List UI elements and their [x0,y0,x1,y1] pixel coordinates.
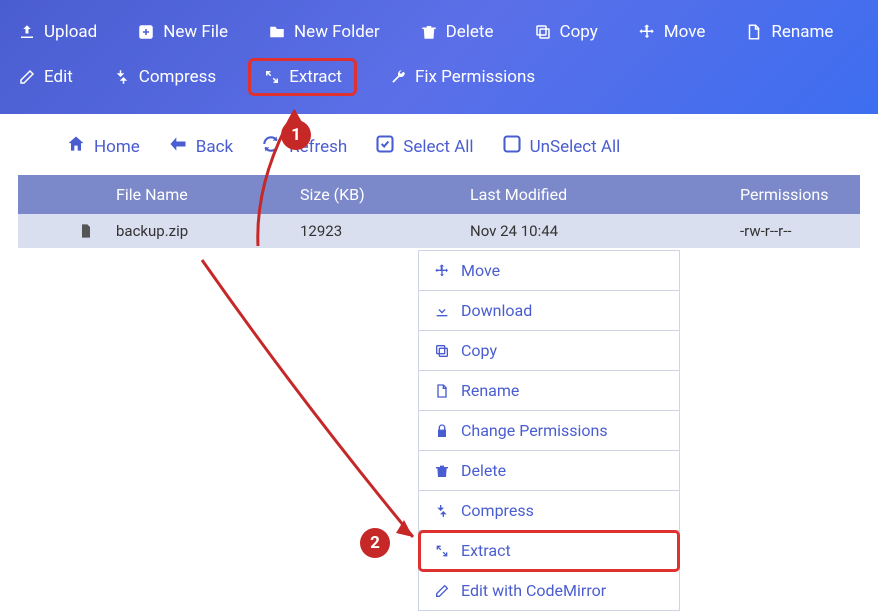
file-type-icon [78,223,100,239]
new-folder-button[interactable]: New Folder [260,18,388,46]
refresh-icon [261,134,281,159]
move-icon [433,262,451,280]
wrench-icon [389,68,407,86]
ctx-compress[interactable]: Compress [419,491,679,531]
delete-button[interactable]: Delete [412,18,502,46]
lock-icon [433,422,451,440]
extract-label: Extract [289,67,342,87]
file-icon [745,23,763,41]
file-modified-cell: Nov 24 10:44 [470,222,730,240]
compress-label: Compress [139,67,216,87]
select-all-label: Select All [403,137,473,157]
fix-permissions-button[interactable]: Fix Permissions [381,58,543,96]
edit-icon [18,68,36,86]
upload-label: Upload [44,22,97,42]
edit-button[interactable]: Edit [10,58,81,96]
new-file-label: New File [163,22,228,42]
compress-button[interactable]: Compress [105,58,224,96]
compress-icon [113,68,131,86]
ctx-rename-label: Rename [461,381,519,400]
back-button[interactable]: Back [162,130,239,163]
ctx-edit-cm-label: Edit with CodeMirror [461,581,606,600]
context-menu: Move Download Copy Rename Change Permiss… [418,250,680,611]
ctx-copy-label: Copy [461,341,497,360]
back-label: Back [196,137,233,157]
file-name-cell: backup.zip [100,222,300,240]
file-table: File Name Size (KB) Last Modified Permis… [0,175,878,248]
ctx-change-perm-label: Change Permissions [461,421,608,440]
edit-label: Edit [44,67,73,87]
col-size-header[interactable]: Size (KB) [300,185,470,204]
new-folder-label: New Folder [294,22,380,42]
home-icon [66,134,86,159]
check-square-icon [375,134,395,159]
ctx-move-label: Move [461,261,500,280]
move-label: Move [664,22,706,42]
ctx-extract[interactable]: Extract [419,531,679,571]
ctx-download[interactable]: Download [419,291,679,331]
copy-icon [534,23,552,41]
delete-label: Delete [446,22,494,42]
expand-icon [433,542,451,560]
home-button[interactable]: Home [60,130,146,163]
table-row[interactable]: backup.zip 12923 Nov 24 10:44 -rw-r--r-- [18,214,860,248]
new-file-button[interactable]: New File [129,18,236,46]
copy-label: Copy [560,22,598,42]
folder-icon [268,23,286,41]
secondary-toolbar: Home Back Refresh Select All UnSelect Al… [0,114,878,175]
ctx-compress-label: Compress [461,501,534,520]
download-icon [433,302,451,320]
square-icon [502,134,522,159]
annotation-2: 2 [360,528,390,558]
file-icon [433,382,451,400]
select-all-button[interactable]: Select All [369,130,479,163]
rename-button[interactable]: Rename [737,18,841,46]
file-perm-cell: -rw-r--r-- [730,222,860,240]
unselect-all-label: UnSelect All [530,137,621,157]
home-label: Home [94,137,140,157]
file-size-cell: 12923 [300,222,470,240]
copy-button[interactable]: Copy [526,18,606,46]
expand-icon [263,68,281,86]
ctx-delete[interactable]: Delete [419,451,679,491]
upload-icon [18,23,36,41]
compress-icon [433,502,451,520]
main-toolbar: Upload New File New Folder Delete Copy M… [0,0,878,114]
ctx-edit-codemirror[interactable]: Edit with CodeMirror [419,571,679,610]
move-button[interactable]: Move [630,18,714,46]
annotation-1: 1 [281,120,311,150]
ctx-delete-label: Delete [461,461,506,480]
ctx-move[interactable]: Move [419,251,679,291]
ctx-copy[interactable]: Copy [419,331,679,371]
ctx-rename[interactable]: Rename [419,371,679,411]
col-name-header[interactable]: File Name [100,185,300,204]
upload-button[interactable]: Upload [10,18,105,46]
ctx-extract-label: Extract [461,541,511,560]
ctx-download-label: Download [461,301,532,320]
rename-label: Rename [771,22,833,42]
edit-icon [433,582,451,600]
ctx-change-permissions[interactable]: Change Permissions [419,411,679,451]
col-perm-header[interactable]: Permissions [730,185,860,204]
table-header-row: File Name Size (KB) Last Modified Permis… [18,175,860,214]
extract-button[interactable]: Extract [248,58,357,96]
plus-square-icon [137,23,155,41]
move-icon [638,23,656,41]
col-modified-header[interactable]: Last Modified [470,185,730,204]
fix-perm-label: Fix Permissions [415,67,535,87]
copy-icon [433,342,451,360]
back-icon [168,134,188,159]
trash-icon [420,23,438,41]
trash-icon [433,462,451,480]
unselect-all-button[interactable]: UnSelect All [496,130,627,163]
